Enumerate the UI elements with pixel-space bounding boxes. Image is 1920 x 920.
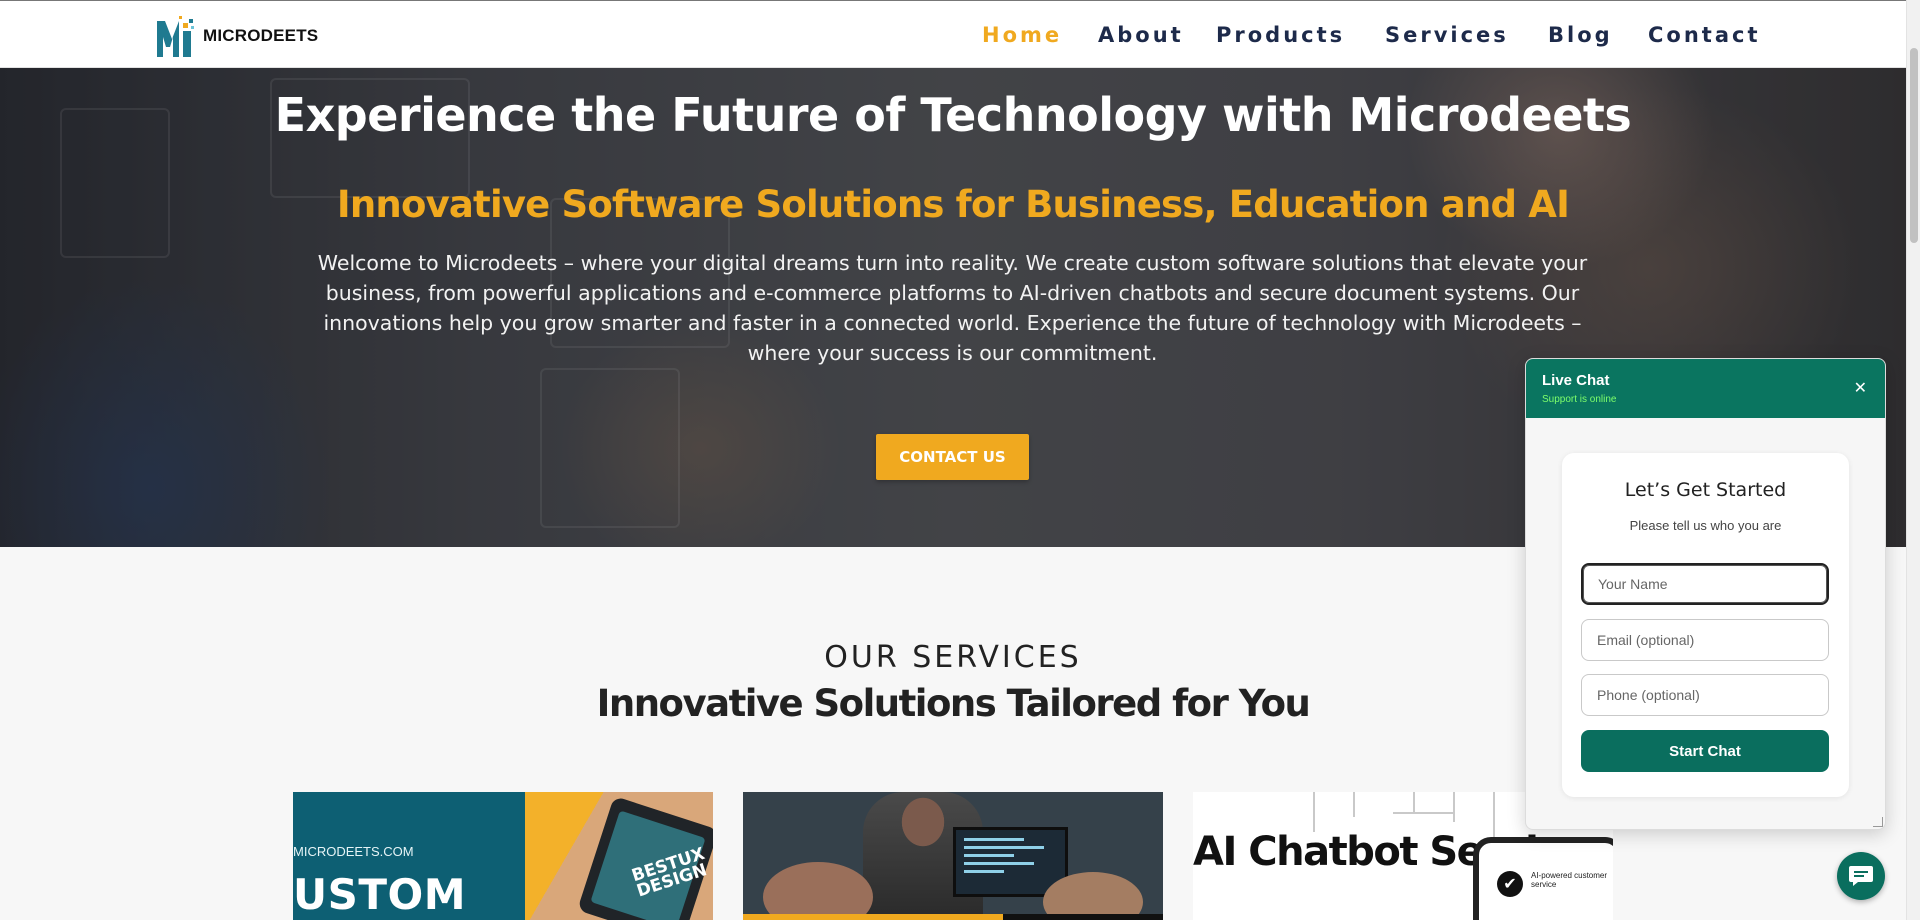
card-accent-bar xyxy=(743,914,1003,920)
brand-logo[interactable]: MICRODEETS xyxy=(155,13,318,59)
chat-bubble-icon xyxy=(1849,866,1873,886)
chat-status: Support is online xyxy=(1542,394,1617,405)
chat-launcher-button[interactable] xyxy=(1837,852,1885,900)
hero-subtitle: Innovative Software Solutions for Busine… xyxy=(336,183,1570,226)
nav-products[interactable]: Products xyxy=(1216,23,1345,47)
nav-contact[interactable]: Contact xyxy=(1648,23,1761,47)
chat-form-title: Let’s Get Started xyxy=(1624,479,1787,501)
contact-us-button[interactable]: CONTACT US xyxy=(876,434,1029,480)
nav-blog[interactable]: Blog xyxy=(1548,23,1613,47)
start-chat-button[interactable]: Start Chat xyxy=(1581,730,1829,772)
card-site-label: MICRODEETS.COM xyxy=(293,844,414,859)
chat-header: Live Chat Support is online ✕ xyxy=(1526,359,1885,418)
audience-illustration xyxy=(763,862,873,920)
service-card-custom-software[interactable]: MICRODEETS.COM USTOM BESTUX DESIGN xyxy=(293,792,713,920)
brand-name: MICRODEETS xyxy=(203,26,319,45)
service-card-training[interactable] xyxy=(743,792,1163,920)
card-accent-bar xyxy=(1003,914,1163,920)
page-scrollbar[interactable] xyxy=(1906,0,1920,920)
name-field[interactable] xyxy=(1581,563,1829,605)
live-chat-widget: Live Chat Support is online ✕ Let’s Get … xyxy=(1525,358,1886,830)
card-headline: USTOM xyxy=(293,870,467,919)
audience-illustration xyxy=(1043,872,1143,920)
hero-description: Welcome to Microdeets – where your digit… xyxy=(317,251,1588,365)
chat-form-subtitle: Please tell us who you are xyxy=(1629,518,1782,533)
email-field[interactable] xyxy=(1581,619,1829,661)
phone-illustration: ✔ AI-powered customer service xyxy=(1473,837,1613,920)
phone-field[interactable] xyxy=(1581,674,1829,716)
site-header: MICRODEETS Home About Products Services … xyxy=(0,0,1906,68)
nav-services[interactable]: Services xyxy=(1385,23,1509,47)
card-feature-text: AI-powered customer service xyxy=(1531,871,1608,889)
nav-home[interactable]: Home xyxy=(982,23,1062,47)
microdeets-logo-icon xyxy=(155,13,201,59)
chat-title: Live Chat xyxy=(1542,372,1610,389)
nav-about[interactable]: About xyxy=(1098,23,1184,47)
check-icon: ✔ xyxy=(1497,871,1523,897)
hero-title: Experience the Future of Technology with… xyxy=(274,88,1632,142)
close-icon[interactable]: ✕ xyxy=(1854,378,1867,398)
resize-handle[interactable] xyxy=(1873,817,1883,827)
scrollbar-thumb[interactable] xyxy=(1910,48,1918,243)
chat-intro-form: Let’s Get Started Please tell us who you… xyxy=(1562,453,1849,797)
